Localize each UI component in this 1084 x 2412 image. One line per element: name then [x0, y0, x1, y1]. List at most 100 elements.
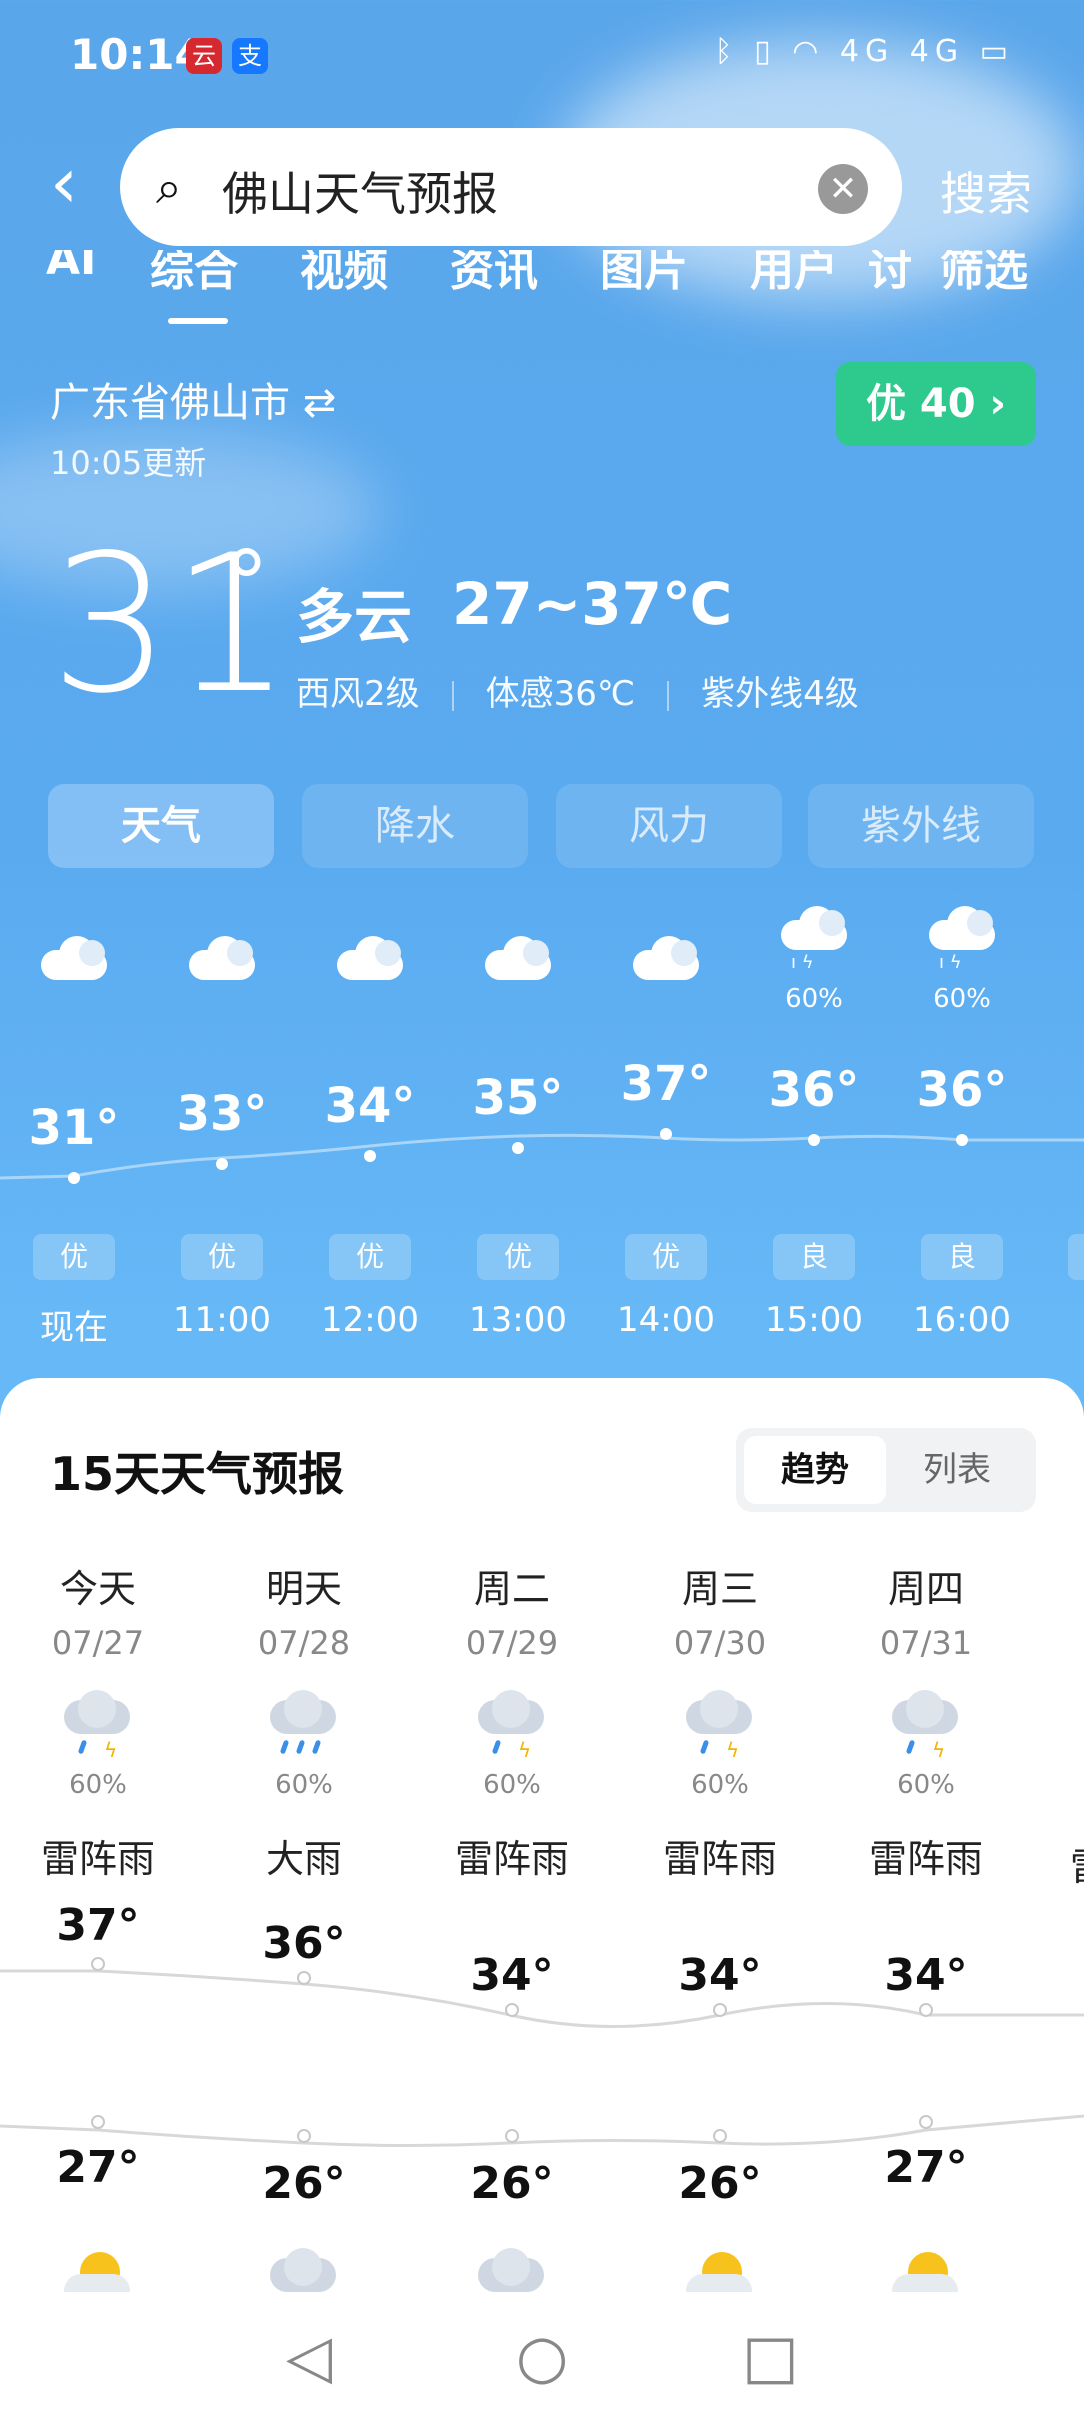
hourly-temp: 34°: [324, 1078, 416, 1134]
hourly-time: 16:00: [913, 1300, 1011, 1340]
hourly-temp-dot: [216, 1158, 228, 1170]
day-high-temp: 34°: [884, 1950, 968, 2001]
hourly-aqi-badge: 优: [181, 1234, 263, 1280]
day-precip-chance: 60%: [691, 1770, 749, 1800]
cloudy-icon: [629, 934, 703, 980]
cloudy-icon: [333, 934, 407, 980]
cloudy-icon: [481, 934, 555, 980]
search-icon: ⌕: [156, 160, 182, 214]
system-nav: ◁ ○ □: [0, 2292, 1084, 2412]
swap-icon[interactable]: ⇄: [303, 380, 337, 426]
search-query[interactable]: 佛山天气预报: [222, 158, 498, 224]
category-tabs: AI 综合 视频 资讯 图片 用户 讨 筛选: [0, 250, 1084, 324]
day-date: 07/30: [673, 1624, 767, 1662]
day-name: 周四: [887, 1567, 964, 1611]
day-date: 07/29: [465, 1624, 559, 1662]
hourly-temp: 36°: [916, 1062, 1008, 1118]
clear-icon[interactable]: ✕: [818, 164, 868, 214]
temp-range: 27~37℃: [452, 570, 733, 638]
high-temp-dot: [297, 1971, 311, 1985]
location-label[interactable]: 广东省佛山市 ⇄: [50, 370, 336, 428]
low-temp-dot: [297, 2129, 311, 2143]
thunderstorm-icon: ϟ: [474, 1690, 550, 1762]
nav-back-icon[interactable]: ◁: [286, 2322, 332, 2392]
hourly-temp: 37°: [620, 1056, 712, 1112]
tab-wind[interactable]: 风力: [556, 784, 782, 868]
forecast-card: 15天天气预报 趋势 列表 今天 07/27 ϟ 60% 雷阵雨 37° 27° 明天 07/2…: [0, 1378, 1084, 2412]
day-low-temp: 26°: [678, 2158, 762, 2209]
hourly-time: 14:00: [617, 1300, 715, 1340]
weather-details: 西风2级 体感36℃ 紫外线4级: [296, 666, 859, 715]
day-precip-chance: 60%: [897, 1770, 955, 1800]
day-condition: 雷阵雨: [662, 1837, 777, 1881]
tab-users[interactable]: 用户: [750, 250, 838, 298]
divider: [667, 680, 670, 711]
low-temp-dot: [919, 2115, 933, 2129]
hourly-temp: 36°: [768, 1062, 860, 1118]
high-temp-dot: [505, 2003, 519, 2017]
day-condition: 雷阵雨: [868, 1837, 983, 1881]
tab-news[interactable]: 资讯: [450, 250, 538, 298]
nav-home-icon[interactable]: ○: [516, 2322, 568, 2392]
hourly-temp-dot: [68, 1172, 80, 1184]
day-condition: 大雨: [265, 1837, 342, 1881]
city-name: 广东省佛山市: [50, 380, 290, 426]
hourly-temp-dot: [808, 1134, 820, 1146]
hourly-aqi-badge: 优: [477, 1234, 559, 1280]
hourly-temp-dot: [660, 1128, 672, 1140]
cloudy-icon: [37, 934, 111, 980]
hourly-temp: 31°: [28, 1100, 120, 1156]
day-name: 明天: [265, 1567, 342, 1611]
hourly-aqi-badge: 良: [773, 1234, 855, 1280]
day-low-temp: 26°: [262, 2158, 346, 2209]
day-low-temp: 26°: [470, 2158, 554, 2209]
day-high-temp: 34°: [470, 1950, 554, 2001]
status-time: 10:14: [70, 30, 204, 79]
low-temp-dot: [713, 2129, 727, 2143]
high-temp-dot: [713, 2003, 727, 2017]
thunder-rain-icon: ı ϟ: [925, 904, 999, 973]
day-name: 今天: [59, 1567, 136, 1611]
search-button[interactable]: 搜索: [940, 158, 1032, 224]
hourly-time: 11:00: [173, 1300, 271, 1340]
day-condition-partial: 雷: [1070, 1836, 1084, 1891]
tab-discuss[interactable]: 讨: [868, 250, 912, 298]
hourly-temp-dot: [364, 1150, 376, 1162]
alipay-icon: 支: [232, 38, 268, 74]
nav-recent-icon[interactable]: □: [742, 2322, 799, 2392]
tab-weather[interactable]: 天气: [48, 784, 274, 868]
wind-info: 西风2级: [296, 674, 420, 714]
update-time: 10:05更新: [50, 444, 207, 482]
day-high-temp: 34°: [678, 1950, 762, 2001]
uv-info: 紫外线4级: [701, 674, 859, 714]
degree-symbol: °: [224, 532, 269, 637]
hourly-time: 13:00: [469, 1300, 567, 1340]
tab-video[interactable]: 视频: [300, 250, 388, 298]
thunderstorm-icon: ϟ: [682, 1690, 758, 1762]
heavy-rain-icon: [266, 1690, 342, 1760]
tab-ai[interactable]: AI: [46, 250, 96, 285]
cloudy-icon: [185, 934, 259, 980]
tab-uv[interactable]: 紫外线: [808, 784, 1034, 868]
current-condition: 多云: [296, 583, 413, 651]
tab-all[interactable]: 综合: [150, 250, 238, 298]
day-low-temp: 27°: [56, 2142, 140, 2193]
thunderstorm-icon: ϟ: [888, 1690, 964, 1762]
low-temp-dot: [91, 2115, 105, 2129]
hourly-time: 现在: [40, 1308, 108, 1348]
aqi-badge[interactable]: 优 40 ›: [836, 362, 1036, 446]
tab-filter[interactable]: 筛选: [940, 250, 1028, 298]
day-precip-chance: 60%: [483, 1770, 541, 1800]
back-icon[interactable]: ‹: [50, 148, 94, 228]
high-temp-dot: [919, 2003, 933, 2017]
tab-images[interactable]: 图片: [600, 250, 688, 298]
status-bar: 10:14 云 支 ᛒ ▯ ◠ 4G 4G ▭: [0, 0, 1084, 110]
search-input[interactable]: ⌕ 佛山天气预报 ✕: [120, 128, 902, 246]
low-temp-dot: [505, 2129, 519, 2143]
day-low-temp: 27°: [884, 2142, 968, 2193]
hourly-aqi-badge: 优: [625, 1234, 707, 1280]
day-condition: 雷阵雨: [40, 1837, 155, 1881]
thunder-rain-icon: ı ϟ: [777, 904, 851, 973]
tab-precipitation[interactable]: 降水: [302, 784, 528, 868]
hourly-aqi-badge-partial: [1068, 1234, 1084, 1280]
